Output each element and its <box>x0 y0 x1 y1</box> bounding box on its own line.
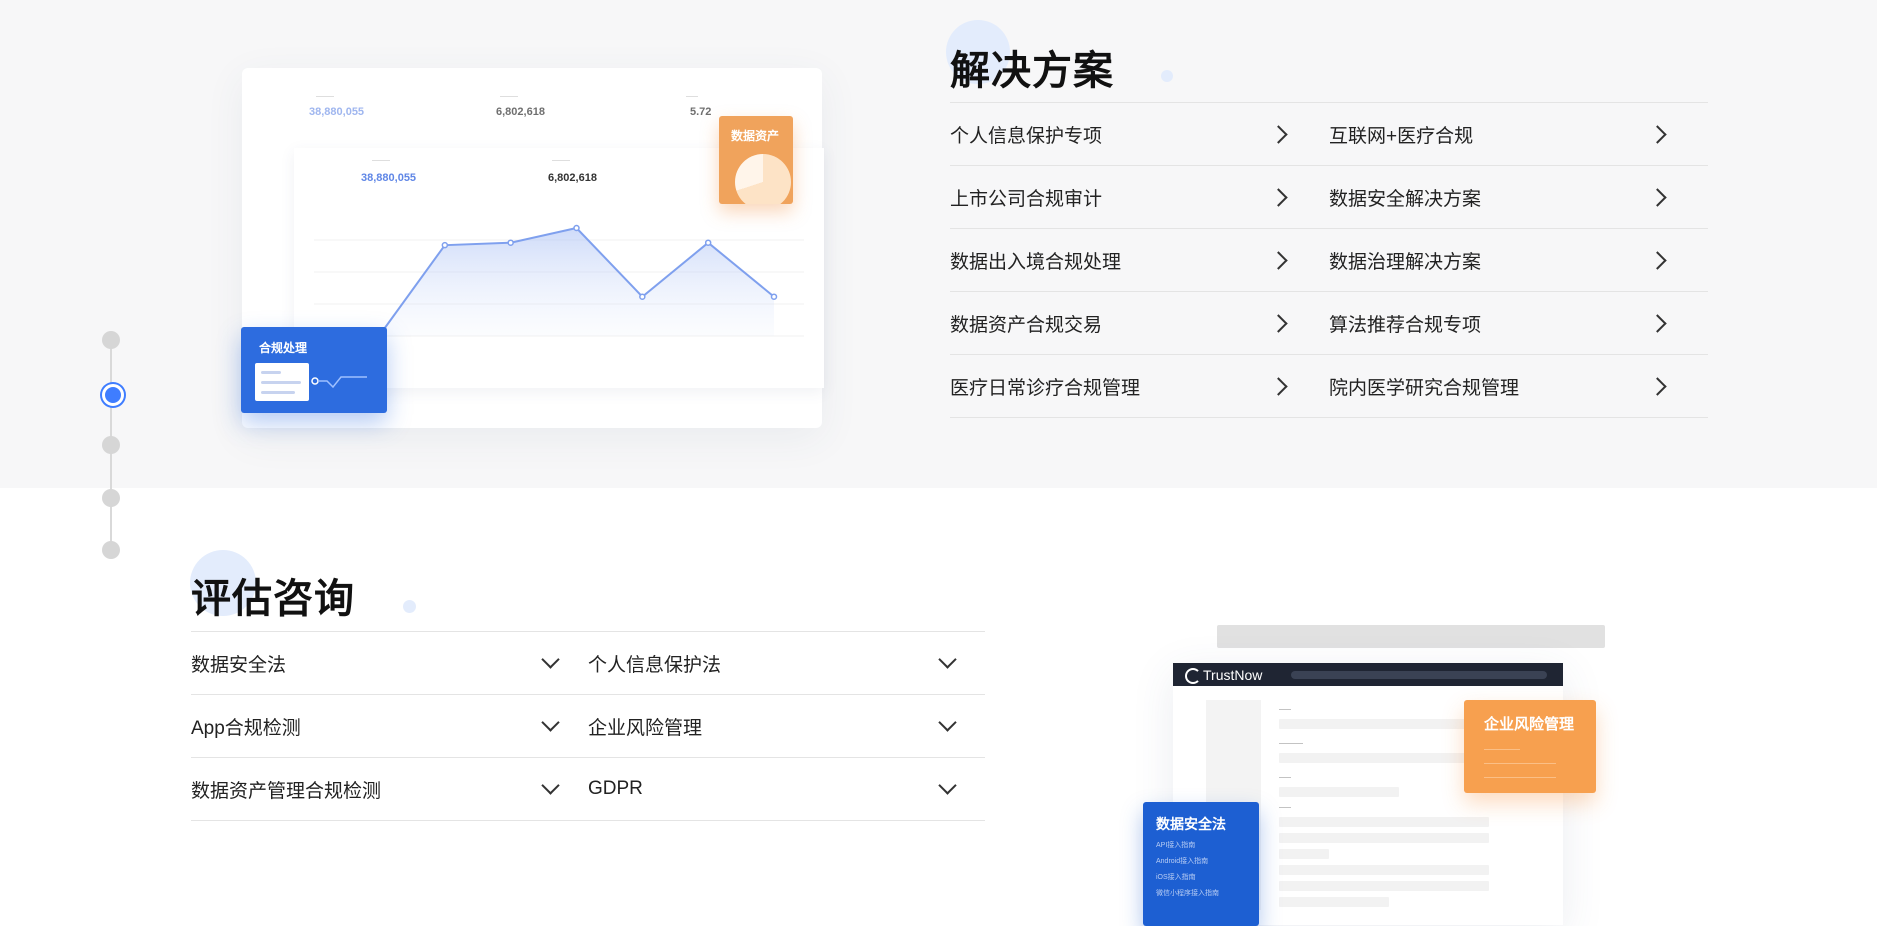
evaluation-row: 数据资产管理合规检测 GDPR <box>191 758 985 821</box>
evaluation-item-label: 数据安全法 <box>191 654 287 676</box>
evaluation-item-label: 个人信息保护法 <box>588 654 722 676</box>
solution-row: 医疗日常诊疗合规管理 院内医学研究合规管理 <box>950 355 1708 418</box>
browser-bar-graphic <box>1217 625 1605 648</box>
dash-stat-3: 5.72 <box>690 106 712 118</box>
evaluation-item[interactable]: GDPR <box>588 758 985 820</box>
decor-dot <box>403 600 416 613</box>
evaluation-item-label: GDPR <box>588 778 643 799</box>
solution-row: 数据出入境合规处理 数据治理解决方案 <box>950 229 1708 292</box>
trustnow-logo-icon <box>1185 668 1201 684</box>
step-dot-3[interactable] <box>102 436 120 454</box>
product-header: TrustNow <box>1173 663 1563 686</box>
chart-point <box>639 293 646 300</box>
chevron-down-icon[interactable] <box>938 650 957 669</box>
solution-item-label: 算法推荐合规专项 <box>1329 314 1482 336</box>
data-security-law-badge: 数据安全法 API接入指南 Android接入指南 iOS接入指南 微信小程序接… <box>1143 802 1259 926</box>
chevron-down-icon[interactable] <box>938 776 957 795</box>
pie-chart-icon <box>735 154 791 204</box>
dash-stat-2: 6,802,618 <box>496 106 545 118</box>
solution-row: 上市公司合规审计 数据安全解决方案 <box>950 166 1708 229</box>
step-dot-5[interactable] <box>102 541 120 559</box>
solution-item-label: 数据资产合规交易 <box>950 314 1103 336</box>
chart-point <box>507 239 514 246</box>
data-asset-badge: 数据资产 <box>719 116 793 204</box>
step-dot-4[interactable] <box>102 489 120 507</box>
chevron-right-icon[interactable] <box>1648 377 1667 396</box>
evaluation-item-label: App合规检测 <box>191 717 301 739</box>
chart-point <box>704 239 712 246</box>
evaluation-item-label: 企业风险管理 <box>588 717 703 739</box>
solutions-title: 解决方案 <box>950 49 1114 93</box>
chevron-right-icon[interactable] <box>1269 377 1288 396</box>
solution-item[interactable]: 个人信息保护专项 <box>950 103 1329 165</box>
solution-item-label: 互联网+医疗合规 <box>1329 125 1474 147</box>
solution-item-label: 数据治理解决方案 <box>1329 251 1482 273</box>
step-dot-2-active[interactable] <box>102 384 124 406</box>
solution-item-label: 上市公司合规审计 <box>950 188 1103 210</box>
chart-point <box>573 224 580 232</box>
evaluation-title: 评估咨询 <box>191 577 355 621</box>
trustnow-logo: TrustNow <box>1203 667 1263 683</box>
evaluation-item[interactable]: App合规检测 <box>191 695 588 757</box>
solution-row: 个人信息保护专项 互联网+医疗合规 <box>950 103 1708 166</box>
solution-item-label: 数据安全解决方案 <box>1329 188 1482 210</box>
solution-item[interactable]: 数据出入境合规处理 <box>950 229 1329 291</box>
dash-stat-1: 38,880,055 <box>309 106 365 118</box>
mini-panel-graphic <box>255 363 309 401</box>
compliance-badge: 合规处理 <box>241 327 387 413</box>
enterprise-risk-badge: 企业风险管理 —————— ———————————— ———————————— <box>1464 700 1596 793</box>
solution-row: 数据资产合规交易 算法推荐合规专项 <box>950 292 1708 355</box>
chevron-right-icon[interactable] <box>1648 314 1667 333</box>
step-dot-1[interactable] <box>102 331 120 349</box>
evaluation-item[interactable]: 数据安全法 <box>191 632 588 694</box>
chevron-down-icon[interactable] <box>541 776 560 795</box>
evaluation-item[interactable]: 企业风险管理 <box>588 695 985 757</box>
chevron-down-icon[interactable] <box>541 650 560 669</box>
chart-point <box>770 293 778 300</box>
chevron-down-icon[interactable] <box>938 713 957 732</box>
solution-item[interactable]: 互联网+医疗合规 <box>1329 103 1708 165</box>
chevron-right-icon[interactable] <box>1648 188 1667 207</box>
chevron-right-icon[interactable] <box>1269 314 1288 333</box>
solution-item[interactable]: 数据资产合规交易 <box>950 292 1329 354</box>
chart-point <box>441 241 449 249</box>
solution-item-label: 院内医学研究合规管理 <box>1329 377 1520 399</box>
evaluation-item[interactable]: 个人信息保护法 <box>588 632 985 694</box>
evaluation-item-label: 数据资产管理合规检测 <box>191 780 382 802</box>
evaluation-row: 数据安全法 个人信息保护法 <box>191 632 985 695</box>
chevron-right-icon[interactable] <box>1269 125 1288 144</box>
solution-item[interactable]: 院内医学研究合规管理 <box>1329 355 1708 417</box>
trend-line-icon <box>311 376 367 389</box>
chart-area <box>379 228 774 336</box>
solution-item-label: 医疗日常诊疗合规管理 <box>950 377 1141 399</box>
chevron-right-icon[interactable] <box>1269 251 1288 270</box>
solution-item[interactable]: 医疗日常诊疗合规管理 <box>950 355 1329 417</box>
solution-item[interactable]: 上市公司合规审计 <box>950 166 1329 228</box>
solutions-list: 个人信息保护专项 互联网+医疗合规上市公司合规审计 数据安全解决方案数据出入境合规处… <box>950 102 1708 418</box>
solution-item[interactable]: 数据治理解决方案 <box>1329 229 1708 291</box>
solution-item[interactable]: 数据安全解决方案 <box>1329 166 1708 228</box>
chevron-right-icon[interactable] <box>1269 188 1288 207</box>
evaluation-list: 数据安全法 个人信息保护法 App合规检测 企业风险管理数据资产管理合规检测 GDPR <box>191 631 985 821</box>
evaluation-item[interactable]: 数据资产管理合规检测 <box>191 758 588 820</box>
chevron-right-icon[interactable] <box>1648 251 1667 270</box>
solution-item-label: 数据出入境合规处理 <box>950 251 1122 273</box>
solution-item[interactable]: 算法推荐合规专项 <box>1329 292 1708 354</box>
solution-item-label: 个人信息保护专项 <box>950 125 1103 147</box>
decor-dot <box>1161 70 1173 82</box>
evaluation-row: App合规检测 企业风险管理 <box>191 695 985 758</box>
chevron-right-icon[interactable] <box>1648 125 1667 144</box>
chevron-down-icon[interactable] <box>541 713 560 732</box>
